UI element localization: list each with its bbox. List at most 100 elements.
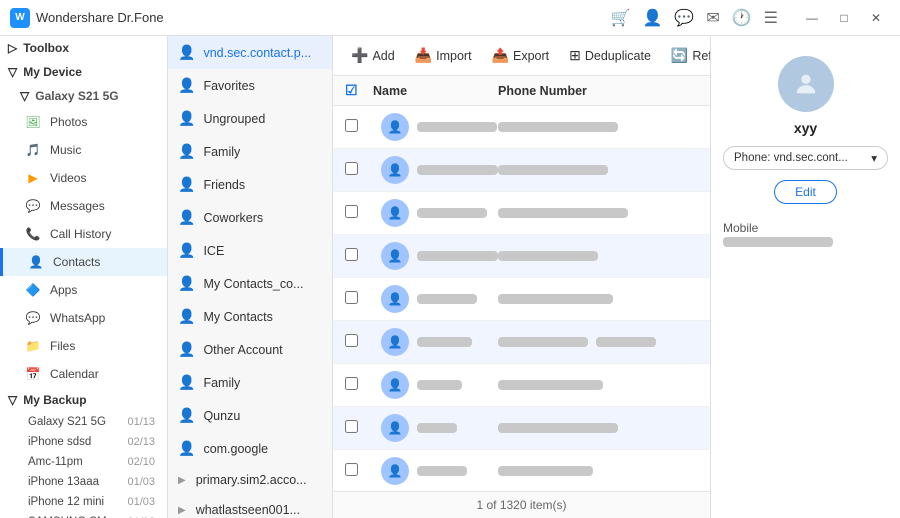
- table-row[interactable]: 👤: [333, 450, 710, 491]
- detail-edit-button[interactable]: Edit: [774, 180, 837, 204]
- sidebar-item-videos[interactable]: ▶ Videos: [0, 164, 167, 192]
- messages-icon: 💬: [24, 197, 42, 215]
- group-com-google[interactable]: 👤 com.google: [168, 432, 332, 465]
- device-section[interactable]: ▽ Galaxy S21 5G: [0, 84, 167, 108]
- ungrouped-icon: 👤: [178, 110, 195, 127]
- maximize-button[interactable]: □: [830, 7, 858, 29]
- group-family[interactable]: 👤 Family: [168, 135, 332, 168]
- checkbox[interactable]: [345, 377, 358, 390]
- import-button[interactable]: 📥 Import: [407, 43, 480, 68]
- select-all-checkbox[interactable]: ☑: [345, 82, 358, 98]
- deduplicate-button[interactable]: ⊞ Deduplicate: [561, 43, 659, 68]
- minimize-button[interactable]: —: [798, 7, 826, 29]
- group-qunzu[interactable]: 👤 Qunzu: [168, 399, 332, 432]
- sidebar-item-messages[interactable]: 💬 Messages: [0, 192, 167, 220]
- export-label: Export: [513, 49, 549, 63]
- export-button[interactable]: 📤 Export: [484, 43, 558, 68]
- coworkers-label: Coworkers: [203, 211, 263, 225]
- add-button[interactable]: ➕ Add: [343, 43, 403, 68]
- checkbox[interactable]: [345, 248, 358, 261]
- coworkers-icon: 👤: [178, 209, 195, 226]
- backup-iphone-sdsd[interactable]: iPhone sdsd 02/13: [0, 432, 167, 452]
- contact-name-blurred: [417, 294, 477, 304]
- avatar: 👤: [381, 242, 409, 270]
- com-google-icon: 👤: [178, 440, 195, 457]
- backup-iphone-sdsd-label: iPhone sdsd: [28, 436, 91, 448]
- group-my-contacts-co[interactable]: 👤 My Contacts_co...: [168, 267, 332, 300]
- table-row[interactable]: 👤: [333, 235, 710, 278]
- deduplicate-label: Deduplicate: [585, 49, 651, 63]
- checkbox[interactable]: [345, 119, 358, 132]
- table-row[interactable]: 👤: [333, 192, 710, 235]
- chat-icon[interactable]: 💬: [674, 8, 694, 28]
- backup-galaxy-s21-label: Galaxy S21 5G: [28, 416, 106, 428]
- group-primary-sim2[interactable]: ▶ primary.sim2.acco...: [168, 465, 332, 495]
- my-contacts-co-icon: 👤: [178, 275, 195, 292]
- mail-icon[interactable]: ✉: [706, 8, 719, 28]
- group-my-contacts[interactable]: 👤 My Contacts: [168, 300, 332, 333]
- checkbox[interactable]: [345, 162, 358, 175]
- sidebar-item-photos[interactable]: 🖼 Photos: [0, 108, 167, 136]
- table-row[interactable]: 👤: [333, 321, 710, 364]
- backup-iphone-13aaa[interactable]: iPhone 13aaa 01/03: [0, 472, 167, 492]
- group-coworkers[interactable]: 👤 Coworkers: [168, 201, 332, 234]
- refresh-icon: 🔄: [671, 47, 688, 64]
- group-whatlastseen[interactable]: ▶ whatlastseen001...: [168, 495, 332, 518]
- table-row[interactable]: 👤: [333, 106, 710, 149]
- sidebar-item-whatsapp[interactable]: 💬 WhatsApp: [0, 304, 167, 332]
- my-backup-section[interactable]: ▽ My Backup: [0, 388, 167, 412]
- backup-amc-11pm[interactable]: Amc-11pm 02/10: [0, 452, 167, 472]
- checkbox[interactable]: [345, 205, 358, 218]
- row-checkbox[interactable]: [345, 248, 373, 264]
- group-ice[interactable]: 👤 ICE: [168, 234, 332, 267]
- row-checkbox[interactable]: [345, 463, 373, 479]
- profile-icon[interactable]: 👤: [642, 8, 662, 28]
- group-family2[interactable]: 👤 Family: [168, 366, 332, 399]
- group-vnd[interactable]: 👤 vnd.sec.contact.p...: [168, 36, 332, 69]
- device-name: Galaxy S21 5G: [35, 89, 118, 103]
- my-device-section[interactable]: ▽ My Device: [0, 60, 167, 84]
- sidebar-item-contacts[interactable]: 👤 Contacts: [0, 248, 167, 276]
- group-favorites[interactable]: 👤 Favorites: [168, 69, 332, 102]
- cart-icon[interactable]: 🛒: [611, 8, 631, 28]
- row-checkbox[interactable]: [345, 334, 373, 350]
- backup-samsung[interactable]: SAMSUNG SM-... 01/03: [0, 512, 167, 518]
- contact-name-blurred: [417, 122, 497, 132]
- close-button[interactable]: ✕: [862, 7, 890, 29]
- row-checkbox[interactable]: [345, 377, 373, 393]
- toolbox-section[interactable]: ▷ Toolbox: [0, 36, 167, 60]
- table-row[interactable]: 👤: [333, 364, 710, 407]
- checkbox[interactable]: [345, 291, 358, 304]
- group-ungrouped[interactable]: 👤 Ungrouped: [168, 102, 332, 135]
- row-checkbox[interactable]: [345, 205, 373, 221]
- checkbox[interactable]: [345, 334, 358, 347]
- menu-icon[interactable]: ☰: [764, 8, 778, 28]
- backup-iphone-13aaa-date: 01/03: [127, 476, 155, 488]
- table-header: ☑ Name Phone Number: [333, 76, 710, 106]
- sidebar-item-files[interactable]: 📁 Files: [0, 332, 167, 360]
- detail-phone-dropdown[interactable]: Phone: vnd.sec.cont... ▾: [723, 146, 888, 170]
- table-row[interactable]: 👤: [333, 278, 710, 321]
- toolbox-label: Toolbox: [23, 41, 69, 55]
- table-row[interactable]: 👤: [333, 407, 710, 450]
- row-checkbox[interactable]: [345, 162, 373, 178]
- phone-blurred: [498, 466, 593, 476]
- sidebar-item-apps[interactable]: 🔷 Apps: [0, 276, 167, 304]
- row-checkbox[interactable]: [345, 420, 373, 436]
- backup-label: My Backup: [23, 393, 86, 407]
- checkbox[interactable]: [345, 463, 358, 476]
- row-checkbox[interactable]: [345, 119, 373, 135]
- backup-iphone-12-mini[interactable]: iPhone 12 mini 01/03: [0, 492, 167, 512]
- table-row[interactable]: 👤: [333, 149, 710, 192]
- group-friends[interactable]: 👤 Friends: [168, 168, 332, 201]
- backup-galaxy-s21[interactable]: Galaxy S21 5G 01/13: [0, 412, 167, 432]
- history-icon[interactable]: 🕐: [732, 8, 752, 28]
- videos-label: Videos: [50, 171, 86, 185]
- group-other-account[interactable]: 👤 Other Account: [168, 333, 332, 366]
- contact-table: ☑ Name Phone Number 👤: [333, 76, 710, 491]
- sidebar-item-calendar[interactable]: 📅 Calendar: [0, 360, 167, 388]
- checkbox[interactable]: [345, 420, 358, 433]
- sidebar-item-call-history[interactable]: 📞 Call History: [0, 220, 167, 248]
- row-checkbox[interactable]: [345, 291, 373, 307]
- sidebar-item-music[interactable]: 🎵 Music: [0, 136, 167, 164]
